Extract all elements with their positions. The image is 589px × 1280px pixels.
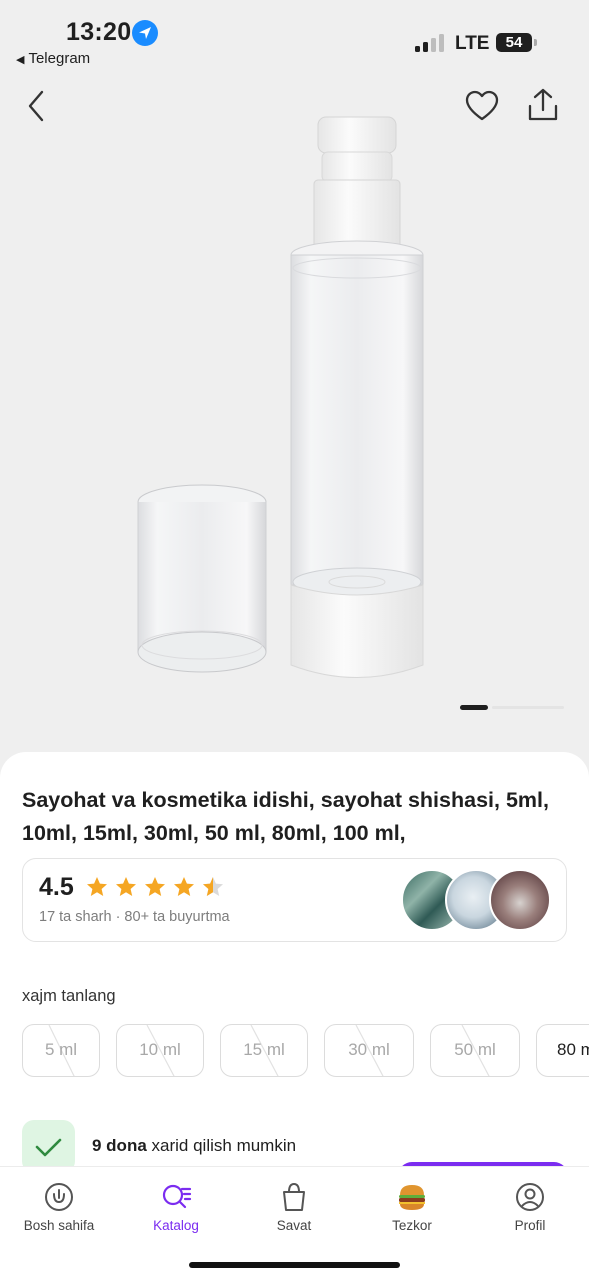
nav-item-catalog[interactable]: Katalog (117, 1181, 235, 1241)
size-option-80ml[interactable]: 80 ml (536, 1024, 589, 1077)
nav-item-label: Katalog (153, 1218, 199, 1233)
image-pager (460, 705, 570, 710)
nav-item-label: Profil (514, 1218, 546, 1233)
rating-card[interactable]: 4.5 17 ta sharh · 80+ ta buyurtma (22, 858, 567, 942)
star-icon (87, 877, 107, 896)
stock-text: xarid qilish mumkin (151, 1136, 297, 1155)
profile-icon (516, 1183, 544, 1211)
size-options: 5 ml 10 ml 15 ml 30 ml 50 ml 80 ml (22, 1024, 589, 1078)
nav-item-label: Tezkor (392, 1218, 432, 1233)
size-option-label: 30 ml (348, 1040, 390, 1059)
catalog-search-icon (162, 1184, 192, 1209)
network-label: LTE (455, 33, 490, 54)
back-button[interactable] (20, 86, 56, 126)
back-app-label: Telegram (28, 50, 91, 67)
size-option-label: 80 ml (557, 1040, 589, 1059)
size-option-5ml[interactable]: 5 ml (22, 1024, 100, 1077)
location-arrow-icon (132, 20, 158, 46)
size-section-label: xajm tanlang (22, 987, 116, 1005)
home-icon (45, 1183, 73, 1211)
size-option-label: 15 ml (243, 1040, 285, 1059)
rating-value: 4.5 (39, 873, 74, 901)
share-icon (528, 88, 558, 121)
rating-meta: 17 ta sharh · 80+ ta buyurtma (39, 909, 230, 925)
status-time: 13:20 (66, 18, 132, 46)
nav-item-profile[interactable]: Profil (471, 1181, 589, 1241)
size-option-10ml[interactable]: 10 ml (116, 1024, 204, 1077)
nav-item-home[interactable]: Bosh sahifa (0, 1181, 118, 1241)
nav-item-label: Bosh sahifa (23, 1218, 95, 1233)
heart-icon (465, 90, 499, 121)
nav-item-label: Savat (276, 1218, 312, 1233)
chevron-left-icon (28, 90, 44, 122)
half-star-icon (203, 877, 223, 896)
back-triangle-icon: ◀ (16, 54, 25, 66)
battery-icon: 54 (496, 33, 532, 52)
star-icon (116, 877, 136, 896)
size-option-50ml[interactable]: 50 ml (430, 1024, 520, 1077)
size-option-label: 10 ml (139, 1040, 181, 1059)
pager-track (492, 706, 564, 709)
size-option-15ml[interactable]: 15 ml (220, 1024, 308, 1077)
status-bar: 13:20 ◀ Telegram LTE 54 (0, 0, 589, 72)
star-icon (174, 877, 194, 896)
review-photo[interactable] (489, 869, 551, 931)
size-option-label: 50 ml (454, 1040, 496, 1059)
burger-icon (399, 1185, 425, 1210)
share-button[interactable] (525, 86, 561, 124)
pager-active-indicator (460, 705, 488, 710)
stock-count: 9 dona (92, 1136, 147, 1155)
favorite-button[interactable] (464, 88, 500, 124)
product-image[interactable] (0, 100, 589, 720)
size-option-label: 5 ml (44, 1040, 78, 1059)
stock-availability: 9 dona xarid qilish mumkin (92, 1136, 296, 1156)
nav-item-express[interactable]: Tezkor (353, 1181, 471, 1241)
cart-bag-icon (283, 1182, 305, 1211)
review-photos[interactable] (401, 869, 556, 931)
signal-icon (415, 34, 445, 52)
home-indicator (189, 1262, 400, 1268)
star-icon (145, 877, 165, 896)
nav-item-cart[interactable]: Savat (235, 1181, 353, 1241)
back-to-app-link[interactable]: ◀ Telegram (16, 50, 90, 67)
size-option-30ml[interactable]: 30 ml (324, 1024, 414, 1077)
battery-tip (534, 39, 537, 46)
product-title: Sayohat va kosmetika idishi, sayohat shi… (22, 788, 549, 845)
